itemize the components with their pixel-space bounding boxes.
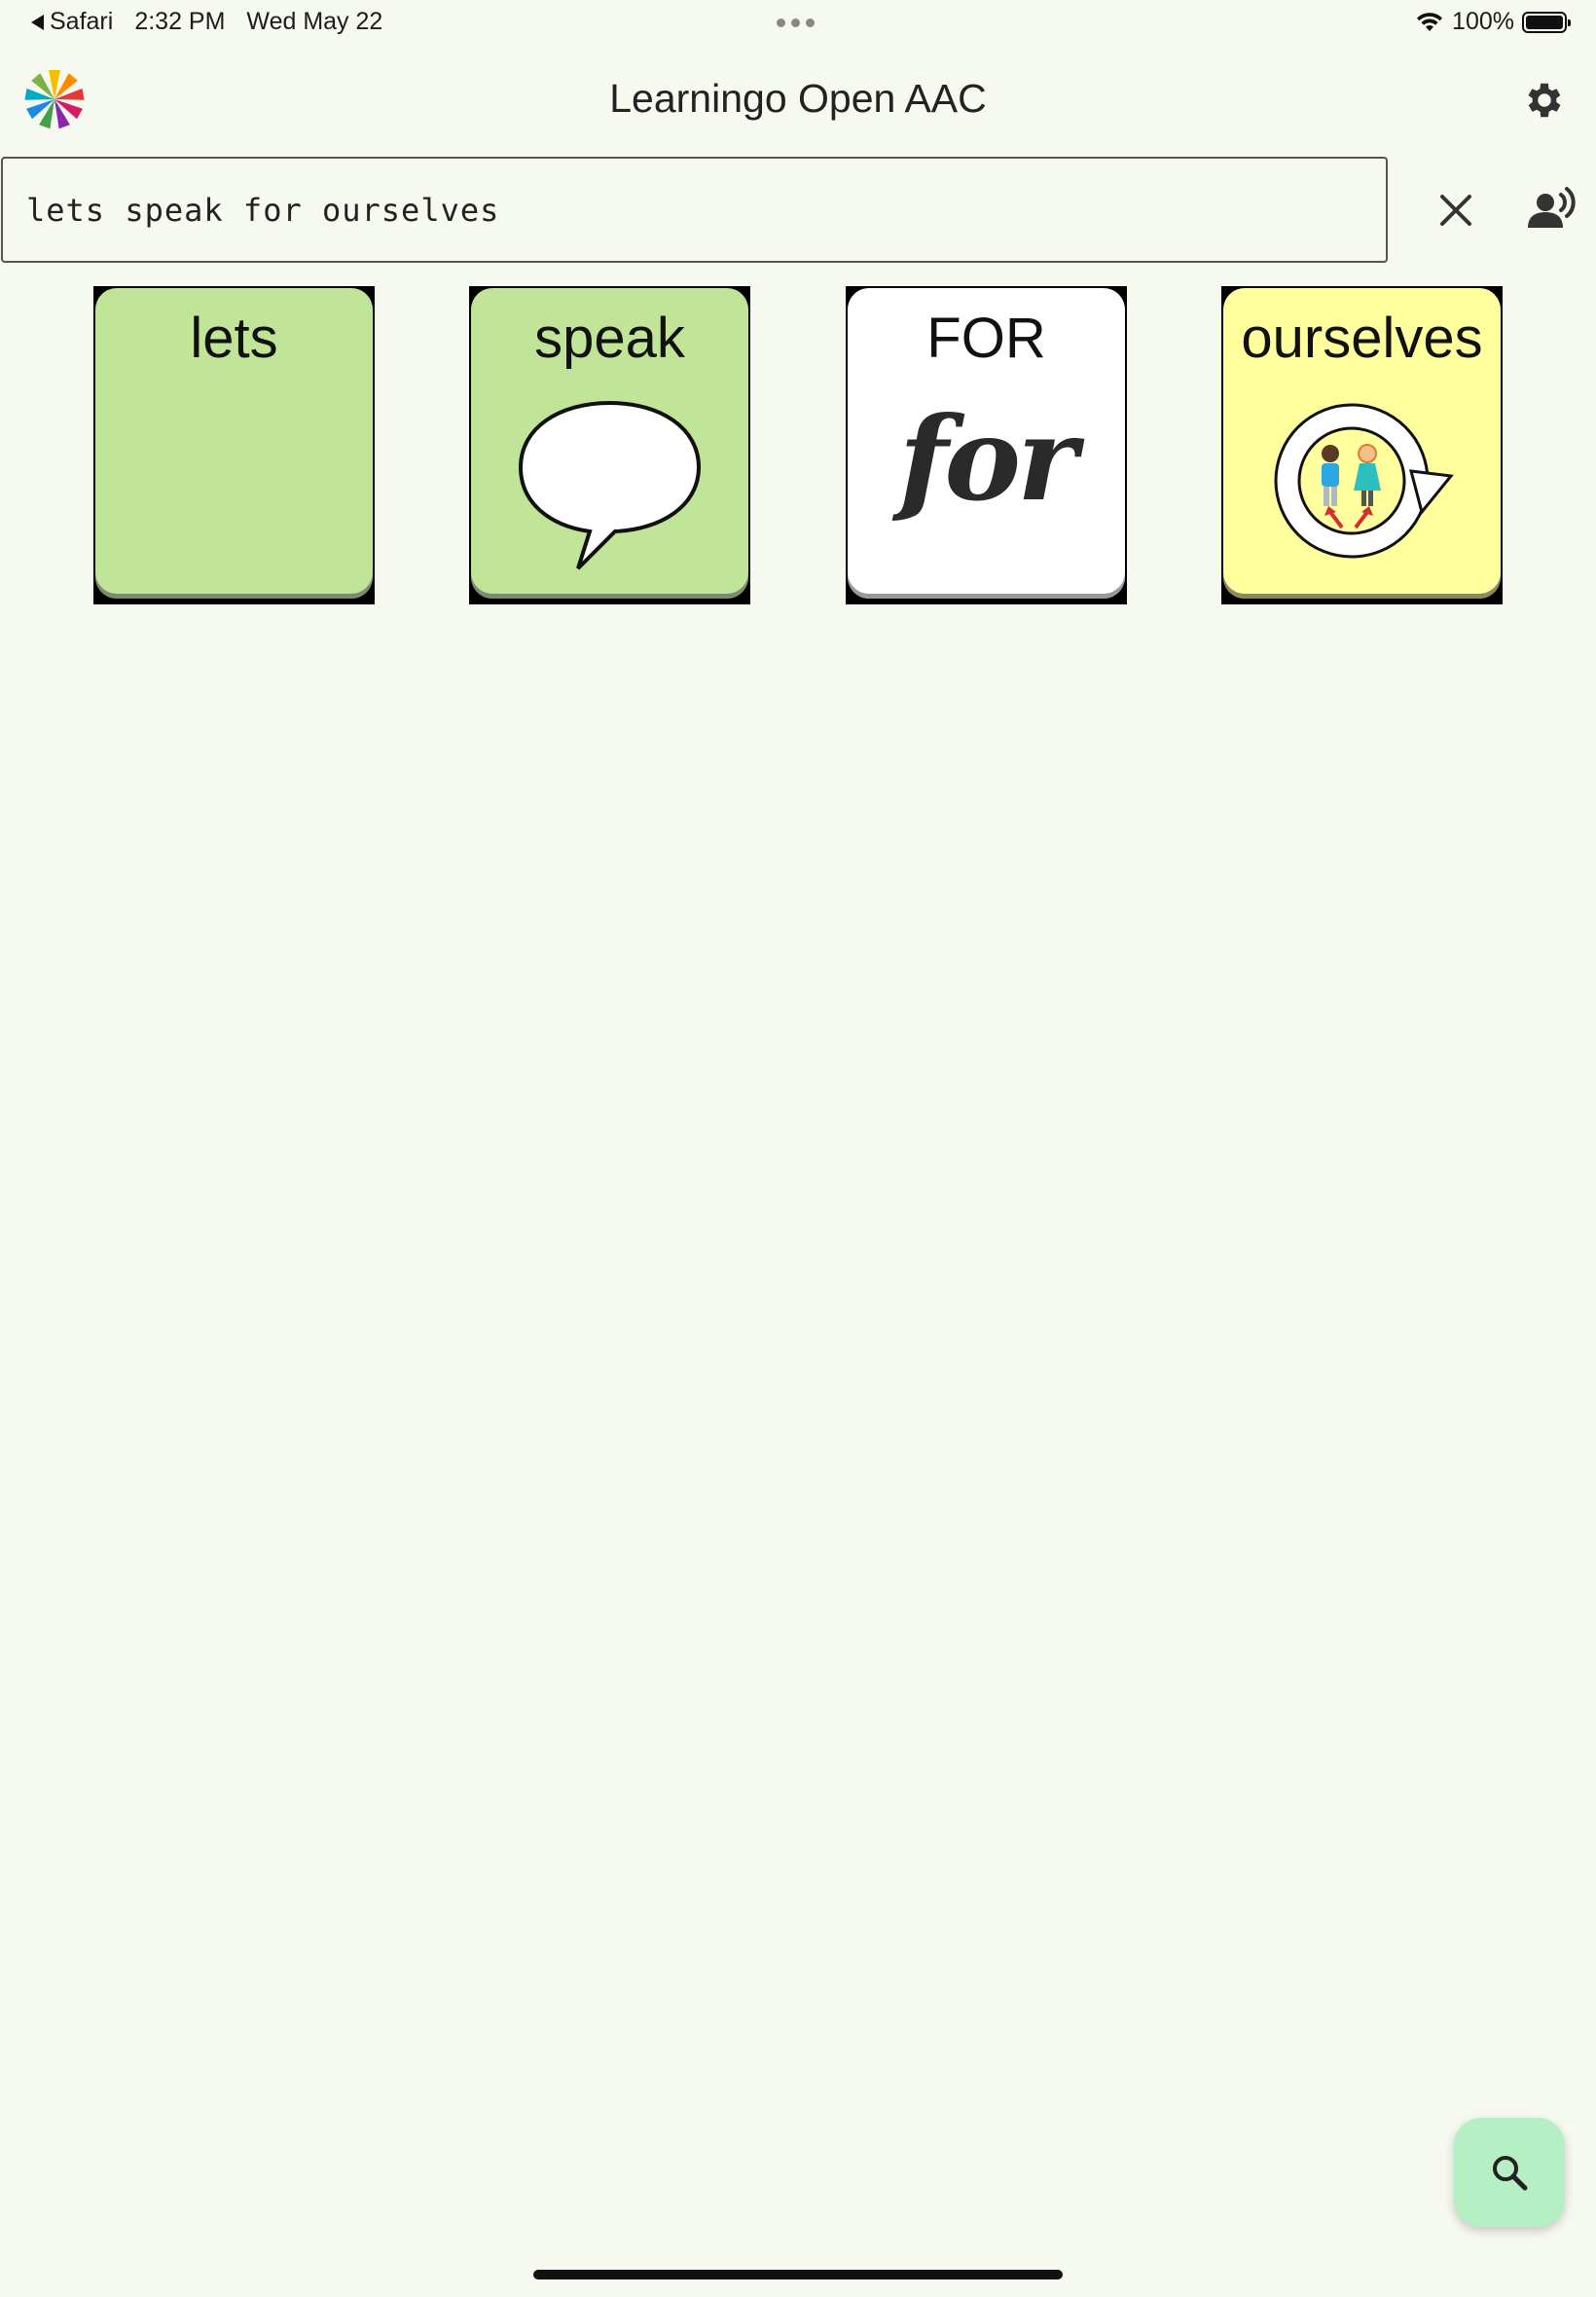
close-icon[interactable] [1431,185,1481,236]
tile-speak[interactable]: speak [469,286,750,604]
sentence-text: lets speak for ourselves [26,191,500,229]
back-arrow-icon [31,14,44,30]
tile-for[interactable]: FOR for [846,286,1127,604]
home-indicator [533,2270,1063,2279]
wifi-icon [1417,12,1443,31]
gear-icon[interactable] [1522,78,1567,123]
search-button[interactable] [1454,2118,1565,2227]
multitasking-dots-icon[interactable] [777,18,815,27]
speak-icon[interactable] [1524,183,1578,237]
tile-ourselves[interactable]: ourselves [1221,286,1503,604]
sentence-bar[interactable]: lets speak for ourselves [1,157,1388,263]
search-icon [1493,2156,1528,2191]
battery-percent: 100% [1452,8,1514,35]
page-title: Learningo Open AAC [609,76,987,121]
tile-label: lets [190,307,278,370]
speech-bubble-icon [518,400,702,570]
tile-lets[interactable]: lets [93,286,375,604]
status-bar: Safari 2:32 PM Wed May 22 100% [0,0,1596,47]
status-date: Wed May 22 [246,8,383,35]
battery-icon [1522,11,1571,33]
for-symbol: for [898,391,1078,527]
back-app-label: Safari [50,8,114,35]
back-to-app[interactable]: Safari [31,8,113,36]
status-time: 2:32 PM [134,8,226,35]
tile-label: FOR [926,307,1046,370]
ourselves-cycle-icon [1274,403,1454,559]
